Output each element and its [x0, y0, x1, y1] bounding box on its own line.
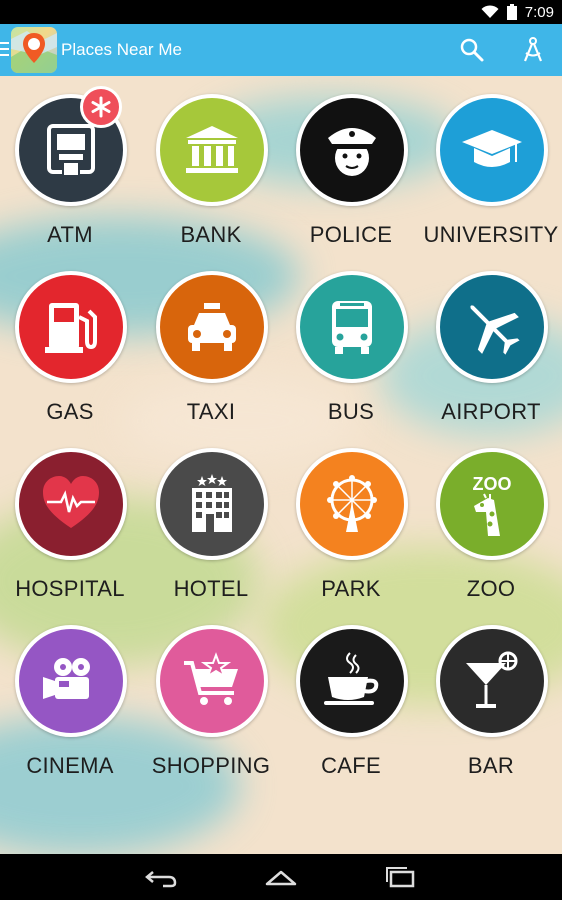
- recent-apps-button[interactable]: [383, 864, 419, 890]
- category-label: ATM: [47, 222, 93, 247]
- category-tile-gas[interactable]: GAS: [0, 253, 140, 429]
- category-circle: [156, 271, 268, 383]
- category-circle: [296, 448, 408, 560]
- category-label: AIRPORT: [441, 399, 541, 424]
- navigation-bar: [0, 854, 562, 900]
- drawer-menu-icon[interactable]: [0, 42, 10, 58]
- hotel-icon: [192, 474, 232, 532]
- category-tile-zoo[interactable]: ZOO ZOO: [421, 430, 561, 606]
- taxi-icon: [188, 303, 236, 351]
- status-time: 7:09: [524, 3, 554, 21]
- category-tile-hospital[interactable]: HOSPITAL: [0, 430, 140, 606]
- category-circle: [15, 625, 127, 737]
- category-circle: [436, 625, 548, 737]
- compass-button[interactable]: [521, 35, 545, 63]
- heart-icon: [43, 476, 99, 528]
- category-circle: [156, 94, 268, 206]
- category-label: CAFE: [321, 753, 381, 778]
- category-tile-cafe[interactable]: CAFE: [281, 607, 421, 783]
- category-label: BANK: [180, 222, 242, 247]
- category-label: TAXI: [186, 399, 236, 424]
- category-tile-shopping[interactable]: SHOPPING: [141, 607, 281, 783]
- category-circle: [436, 271, 548, 383]
- graduation-cap-icon: [462, 130, 522, 167]
- category-circle: [15, 448, 127, 560]
- category-label: POLICE: [309, 222, 393, 247]
- category-label: HOTEL: [173, 576, 249, 601]
- category-tile-taxi[interactable]: TAXI: [141, 253, 281, 429]
- back-icon: [145, 871, 177, 888]
- gas-pump-icon: [45, 303, 97, 353]
- category-tile-bar[interactable]: BAR: [421, 607, 561, 783]
- category-circle: [156, 448, 268, 560]
- category-tile-bank[interactable]: BANK: [141, 76, 281, 252]
- bank-icon: [186, 126, 238, 173]
- compass-icon: [523, 37, 543, 62]
- atm-icon: [47, 124, 95, 177]
- action-bar: Places Near Me: [0, 24, 562, 76]
- new-badge: [80, 86, 122, 128]
- status-bar: 7:09: [0, 0, 562, 24]
- category-grid: ATM BANK POLICE UNIVERSITY GAS TAXI BUS …: [0, 76, 562, 854]
- map-pin-icon: [11, 31, 57, 73]
- category-circle: [436, 94, 548, 206]
- category-circle: [296, 625, 408, 737]
- recent-apps-icon: [386, 867, 415, 888]
- category-label: BAR: [467, 753, 515, 778]
- page-title: Places Near Me: [61, 40, 182, 59]
- home-button[interactable]: [263, 864, 299, 890]
- back-button[interactable]: [143, 864, 179, 890]
- bus-icon: [332, 301, 372, 354]
- police-icon: [328, 128, 376, 176]
- category-label: PARK: [321, 576, 381, 601]
- search-icon: [460, 38, 484, 62]
- category-label: GAS: [46, 399, 94, 424]
- category-label: UNIVERSITY: [423, 222, 559, 247]
- shopping-cart-icon: [184, 652, 238, 705]
- category-label: HOSPITAL: [15, 576, 125, 601]
- app-logo[interactable]: [11, 27, 57, 73]
- category-tile-hotel[interactable]: HOTEL: [141, 430, 281, 606]
- category-tile-cinema[interactable]: CINEMA: [0, 607, 140, 783]
- category-tile-park[interactable]: PARK: [281, 430, 421, 606]
- category-circle: [296, 271, 408, 383]
- category-label: BUS: [327, 399, 375, 424]
- coffee-cup-icon: [324, 652, 379, 705]
- category-circle: [15, 271, 127, 383]
- wifi-icon: [481, 5, 499, 18]
- category-tile-airport[interactable]: AIRPORT: [421, 253, 561, 429]
- airplane-icon: [470, 305, 520, 355]
- zoo-sign: ZOO: [473, 474, 512, 494]
- asterisk-icon: [91, 96, 111, 118]
- category-tile-bus[interactable]: BUS: [281, 253, 421, 429]
- ferris-wheel-icon: [327, 475, 377, 532]
- category-label: ZOO: [466, 576, 516, 601]
- category-tile-university[interactable]: UNIVERSITY: [421, 76, 561, 252]
- category-tile-police[interactable]: POLICE: [281, 76, 421, 252]
- search-button[interactable]: [459, 37, 485, 63]
- category-circle: ZOO: [436, 448, 548, 560]
- category-circle: [296, 94, 408, 206]
- movie-camera-icon: [43, 658, 90, 699]
- category-label: CINEMA: [26, 753, 114, 778]
- giraffe-icon: ZOO: [473, 474, 512, 536]
- cocktail-icon: [466, 651, 518, 708]
- home-icon: [265, 870, 297, 886]
- category-circle: [156, 625, 268, 737]
- category-label: SHOPPING: [151, 753, 271, 778]
- category-tile-atm[interactable]: ATM: [0, 76, 140, 252]
- battery-icon: [506, 4, 517, 20]
